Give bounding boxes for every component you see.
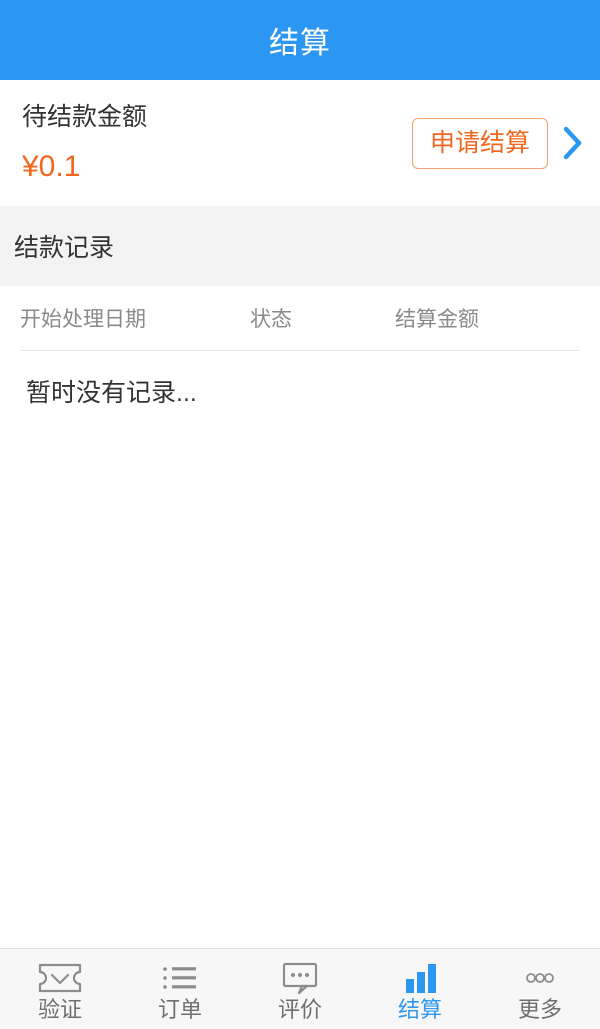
bottom-tab-bar: 验证 订单 评价 结算 更多 xyxy=(0,948,600,1029)
pending-settlement-card[interactable]: 待结款金额 ¥0.1 申请结算 xyxy=(0,80,600,206)
records-table-header: 开始处理日期 状态 结算金额 xyxy=(0,286,600,350)
comment-dots-icon xyxy=(278,961,322,995)
records-section-band: 结款记录 xyxy=(0,206,600,286)
page-title: 结算 xyxy=(269,27,331,60)
tab-label-reviews: 评价 xyxy=(277,997,322,1022)
tab-label-more: 更多 xyxy=(517,997,562,1022)
tab-settlement[interactable]: 结算 xyxy=(360,949,480,1029)
pending-settlement-amount: ¥0.1 xyxy=(22,149,81,183)
tab-more[interactable]: 更多 xyxy=(480,949,600,1029)
records-table: 开始处理日期 状态 结算金额 暂时没有记录... xyxy=(0,286,600,409)
bar-chart-icon xyxy=(399,961,441,995)
column-header-amount: 结算金额 xyxy=(395,308,479,331)
column-header-status: 状态 xyxy=(250,308,292,331)
records-section-title: 结款记录 xyxy=(14,234,115,262)
pending-settlement-actions: 申请结算 xyxy=(411,117,586,169)
tab-verify[interactable]: 验证 xyxy=(0,949,120,1029)
tab-label-orders: 订单 xyxy=(157,997,202,1022)
tab-label-verify: 验证 xyxy=(37,997,82,1022)
app-header: 结算 xyxy=(0,0,600,80)
column-header-date: 开始处理日期 xyxy=(20,308,146,331)
pending-settlement-label: 待结款金额 xyxy=(22,102,148,131)
chevron-right-icon[interactable] xyxy=(560,123,586,163)
tab-label-settlement: 结算 xyxy=(397,997,442,1022)
ticket-check-icon xyxy=(37,961,83,995)
tab-orders[interactable]: 订单 xyxy=(120,949,240,1029)
apply-settlement-button[interactable]: 申请结算 xyxy=(411,117,548,169)
pending-settlement-info: 待结款金额 ¥0.1 xyxy=(22,102,148,183)
records-empty-message: 暂时没有记录... xyxy=(26,379,197,407)
tab-reviews[interactable]: 评价 xyxy=(240,949,360,1029)
list-icon xyxy=(158,961,202,995)
more-dots-icon xyxy=(518,961,562,995)
